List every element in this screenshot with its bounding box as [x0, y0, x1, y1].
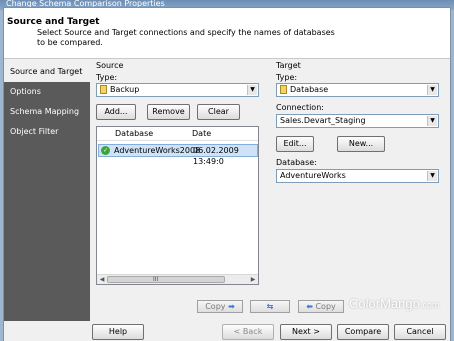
source-type-select[interactable]: Backup ▼ [96, 83, 259, 97]
add-button[interactable]: Add... [96, 104, 136, 120]
chevron-down-icon[interactable]: ▼ [427, 116, 437, 126]
swap-button[interactable]: ⇆ [250, 300, 290, 313]
copy-left-label: Copy [315, 302, 336, 311]
connection-value: Sales.Devart_Staging [280, 116, 366, 125]
swap-icon: ⇆ [266, 302, 274, 311]
row-date: 06.02.2009 13:49:0 [193, 146, 239, 166]
database-value: AdventureWorks [280, 171, 346, 180]
target-type-select[interactable]: Database ▼ [276, 83, 439, 97]
target-group-label: Target [276, 61, 301, 70]
row-database: AdventureWorks2008 [114, 146, 201, 155]
database-icon [280, 85, 287, 94]
remove-button[interactable]: Remove [147, 104, 190, 120]
clear-button[interactable]: Clear [197, 104, 240, 120]
copy-toolbar: Copy ➡ ⇆ ⬅ Copy [197, 300, 347, 314]
scroll-right-icon[interactable]: ▶ [248, 275, 258, 284]
source-type-label: Type: [96, 73, 118, 82]
database-select[interactable]: AdventureWorks ▼ [276, 169, 439, 183]
sidebar-item-options[interactable]: Options [4, 82, 90, 102]
column-date[interactable]: Date [192, 127, 211, 141]
connection-select[interactable]: Sales.Devart_Staging ▼ [276, 114, 439, 128]
source-group-label: Source [96, 61, 124, 70]
watermark-logo: ColorMango.com [349, 296, 439, 311]
page-title: Source and Target [7, 17, 100, 27]
page-header: Source and Target Select Source and Targ… [4, 8, 450, 59]
backup-icon [100, 85, 107, 94]
compare-button[interactable]: Compare [337, 324, 389, 340]
source-type-value: Backup [110, 85, 140, 94]
copy-right-label: Copy [205, 302, 226, 311]
sidebar-item-schema-mapping[interactable]: Schema Mapping [4, 102, 90, 122]
dialog-window: Source and Target Select Source and Targ… [3, 7, 451, 341]
chevron-down-icon[interactable]: ▼ [427, 85, 437, 95]
watermark-brand: ColorMango [349, 296, 420, 311]
sidebar-item-source-and-target[interactable]: Source and Target [4, 62, 90, 82]
watermark-tld: .com [419, 300, 440, 310]
page-description: Select Source and Target connections and… [37, 28, 335, 47]
sidebar-nav: Source and Target Options Schema Mapping… [4, 62, 90, 321]
chevron-down-icon[interactable]: ▼ [427, 171, 437, 181]
copy-to-source-button[interactable]: ⬅ Copy [298, 300, 344, 313]
database-label: Database: [276, 158, 317, 167]
back-button[interactable]: < Back [222, 324, 274, 340]
cancel-button[interactable]: Cancel [394, 324, 446, 340]
scroll-left-icon[interactable]: ◀ [97, 275, 107, 284]
edit-button[interactable]: Edit... [276, 136, 314, 152]
scroll-grip: III [153, 276, 159, 283]
new-button[interactable]: New... [337, 136, 385, 152]
target-type-label: Type: [276, 73, 298, 82]
chevron-down-icon[interactable]: ▼ [247, 85, 257, 95]
list-item[interactable]: ✓ AdventureWorks2008 06.02.2009 13:49:0 [98, 144, 258, 166]
check-icon: ✓ [101, 146, 110, 155]
arrow-left-icon: ⬅ [306, 302, 313, 311]
scroll-thumb[interactable] [107, 276, 225, 283]
arrow-right-icon: ➡ [228, 302, 235, 311]
column-database[interactable]: Database [115, 127, 153, 141]
sidebar-item-object-filter[interactable]: Object Filter [4, 122, 90, 142]
horizontal-scrollbar[interactable]: ◀ III ▶ [97, 274, 258, 284]
next-button[interactable]: Next > [280, 324, 332, 340]
copy-to-target-button[interactable]: Copy ➡ [197, 300, 243, 313]
target-type-value: Database [290, 85, 329, 94]
dialog-footer: Help < Back Next > Compare Cancel [4, 322, 450, 341]
connection-label: Connection: [276, 103, 324, 112]
backup-list[interactable]: Database Date ✓ AdventureWorks2008 06.02… [96, 126, 259, 285]
list-header: Database Date [97, 127, 258, 141]
help-button[interactable]: Help [92, 324, 144, 340]
